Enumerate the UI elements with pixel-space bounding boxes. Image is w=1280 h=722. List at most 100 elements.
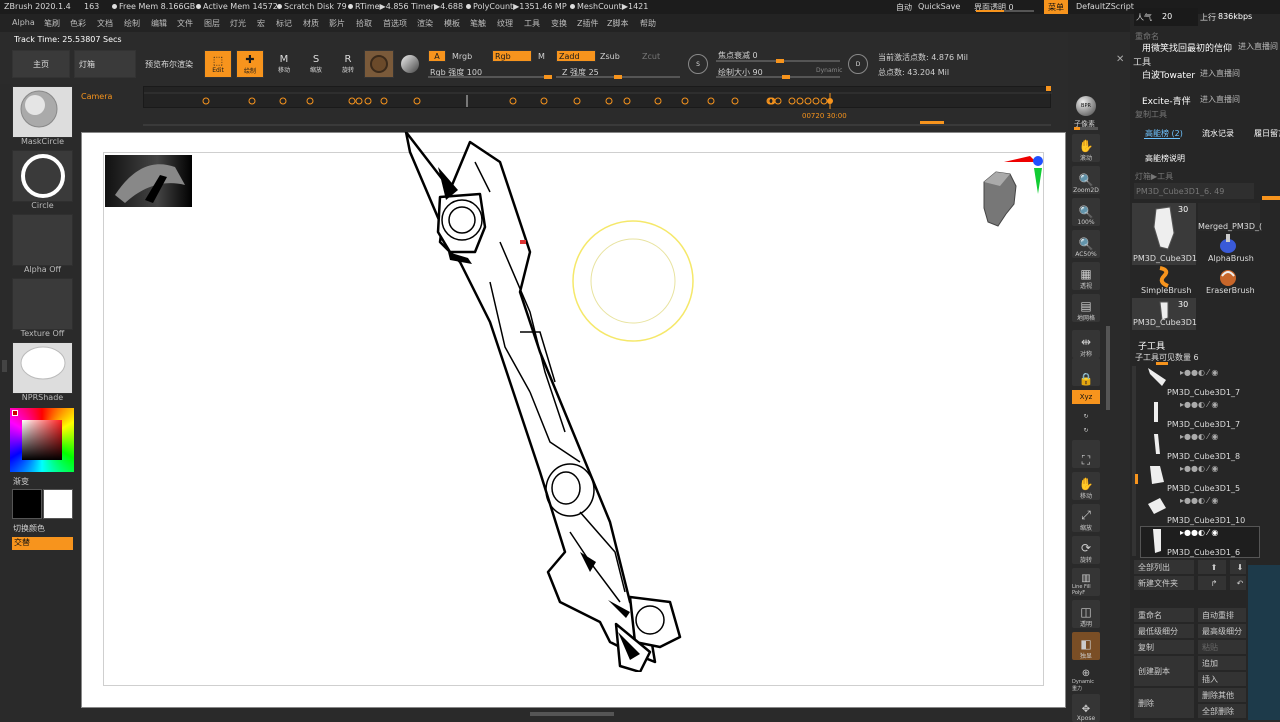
paste-button[interactable]: 粘贴 [1198,640,1246,654]
material-tile[interactable] [12,342,73,394]
folder-arrow-icon[interactable]: ↱ [1198,576,1226,590]
menu-item[interactable]: 文件 [177,18,193,29]
gonneng-help[interactable]: 高能榜说明 [1145,153,1185,164]
subtool-visibility-icon[interactable]: ▸●●◐ ⁄ ◉ [1180,400,1218,409]
rotate-z-button[interactable]: ↻ [1072,420,1100,434]
chat-enter-3[interactable]: 进入直播间 [1200,94,1240,105]
switch-color-button[interactable]: 切换颜色 [13,523,45,534]
auto-reorder-button[interactable]: 自动重排 [1198,608,1246,622]
timeline-scrollbar[interactable] [143,124,1051,126]
subtool-visibility-icon[interactable]: ▸●●◐ ⁄ ◉ [1180,368,1218,377]
bottom-handle[interactable] [530,712,614,716]
solo-button[interactable]: ◧ 独显 [1072,632,1100,660]
tab-liushui[interactable]: 流水记录 [1202,128,1234,139]
material-button[interactable] [364,50,394,78]
chat-enter-1[interactable]: 进入直播间 [1238,41,1278,52]
lowest-sub-button[interactable]: 最低级细分 [1134,624,1194,638]
menu-item[interactable]: 编辑 [151,18,167,29]
rgb-toggle[interactable]: Rgb [492,50,532,62]
menu-item[interactable]: 宏 [257,18,265,29]
right-shelf-scroll[interactable] [1106,326,1110,410]
xyz-button[interactable]: Xyz [1072,390,1100,404]
copy-button[interactable]: 复制 [1134,640,1194,654]
transp-button[interactable]: ◫ 透明 [1072,600,1100,628]
subtool-count-slider[interactable] [1156,362,1168,365]
tab-luori[interactable]: 履日留言 [1254,128,1280,139]
ac50-button[interactable]: 🔍 AC50% [1072,230,1100,258]
menu-item[interactable]: 影片 [329,18,345,29]
stroke-tile[interactable] [12,150,73,202]
z-intensity-track[interactable] [556,75,680,79]
color-square[interactable] [22,420,62,460]
main-color-swatch[interactable] [12,489,42,519]
down-arrow-icon[interactable]: ⬇ [1230,560,1246,574]
menu-item[interactable]: 标记 [276,18,292,29]
zadd-toggle[interactable]: Zadd [556,50,596,62]
menu-item[interactable]: Z插件 [577,18,598,29]
menu-item[interactable]: 纹理 [497,18,513,29]
gizmo-head-icon[interactable] [970,152,1050,232]
left-tray-arrow-icon[interactable] [2,360,7,372]
frame-button[interactable]: ⛶ [1072,440,1100,468]
append-button[interactable]: 追加 [1198,656,1246,670]
subtool-visibility-icon[interactable]: ▸●●◐ ⁄ ◉ [1180,432,1218,441]
symmetry-button[interactable]: ⇹ 对称 [1072,330,1100,358]
gradient-label[interactable]: 渐变 [13,476,29,487]
rotate-button[interactable]: R 旋转 [334,50,362,78]
zoom100-button[interactable]: 🔍 100% [1072,198,1100,226]
polyf-button[interactable]: ▥ Line Fill PolyF [1072,568,1100,596]
new-folder-button[interactable]: 新建文件夹 [1134,576,1194,590]
eraser-brush-icon[interactable] [1218,266,1238,288]
rgb-intensity-track[interactable] [428,75,552,79]
simple-brush-icon[interactable] [1154,266,1174,288]
texture-off-tile[interactable] [12,278,73,330]
auto-toggle[interactable]: 自动 [896,2,912,13]
menu-item[interactable]: 工具 [524,18,540,29]
transparency-track[interactable] [976,10,1034,12]
menu-item[interactable]: 灯光 [230,18,246,29]
lightbox-tool-item[interactable]: 灯箱▶工具 [1135,171,1173,182]
menu-item[interactable]: 色彩 [70,18,86,29]
subtool-visibility-icon[interactable]: ▸●●◐ ⁄ ◉ [1180,496,1218,505]
menu-item[interactable]: 材质 [303,18,319,29]
subtool-scrollbar[interactable] [1132,366,1136,556]
subtool-visibility-icon[interactable]: ▸●●◐ ⁄ ◉ [1180,528,1218,537]
dynamic-icon[interactable]: D [848,54,868,74]
rotate-y-button[interactable]: ↻ [1072,406,1100,420]
undo-arrow-icon[interactable]: ↶ [1230,576,1246,590]
m-toggle[interactable]: M [538,52,545,61]
scale-button[interactable]: S 缩放 [302,50,330,78]
color-button[interactable] [398,52,422,76]
menu-item[interactable]: Alpha [12,18,35,27]
subtool-visibility-icon[interactable]: ▸●●◐ ⁄ ◉ [1180,464,1218,473]
dynamic-toggle[interactable]: Dynamic [816,67,842,74]
create-copy-button[interactable]: 创建副本 [1134,656,1194,686]
scale-view-button[interactable]: ⤢ 缩放 [1072,504,1100,532]
delete-button[interactable]: 删除 [1134,688,1194,718]
subtool-scroll-thumb[interactable] [1135,474,1138,484]
perspective-button[interactable]: ▦ 透视 [1072,262,1100,290]
floor-button[interactable]: ▤ 地网格 [1072,294,1100,322]
menu-item[interactable]: 绘制 [124,18,140,29]
menu-item[interactable]: 首选项 [383,18,407,29]
menu-item[interactable]: 帮助 [640,18,656,29]
timeline-track[interactable] [143,86,1052,109]
menu-item[interactable]: 图层 [204,18,220,29]
zcut-toggle[interactable]: Zcut [642,52,660,61]
home-button[interactable]: 主页 [12,50,70,78]
bpr-button[interactable]: 预览布尔渲染 [140,50,198,78]
subpixel-slider[interactable] [1074,127,1098,130]
a-toggle[interactable]: A [428,50,446,62]
alpha-brush-icon[interactable] [1214,234,1242,256]
xpose-button[interactable]: ✥ Xpose [1072,694,1100,722]
menu-item[interactable]: 变换 [551,18,567,29]
quicksave-button[interactable]: QuickSave [918,2,960,11]
menu-item[interactable]: 渲染 [417,18,433,29]
insert-button[interactable]: 插入 [1198,672,1246,686]
menu-item[interactable]: 笔刷 [44,18,60,29]
pin-icon[interactable]: ✕ [1116,54,1128,66]
bpr-render-button[interactable]: BPR [1072,88,1100,116]
menu-item[interactable]: Z脚本 [607,18,628,29]
menu-item[interactable]: 笔触 [470,18,486,29]
menu-button[interactable]: 菜单 [1044,0,1068,14]
